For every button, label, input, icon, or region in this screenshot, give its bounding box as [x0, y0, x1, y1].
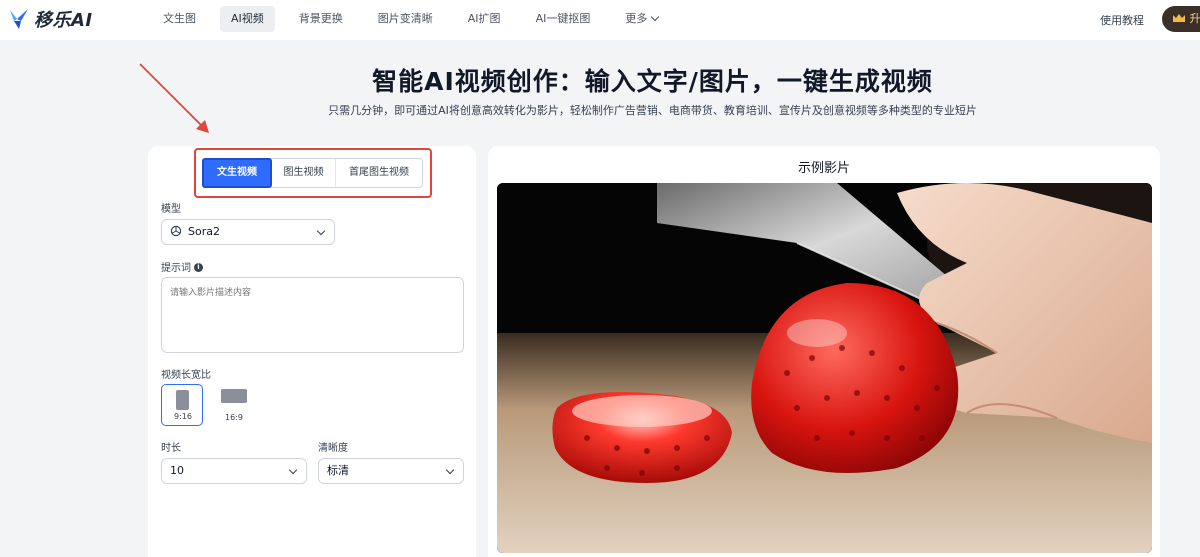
- brand-logo[interactable]: 移乐AI: [8, 6, 93, 32]
- ratio-option-9-16[interactable]: 9:16: [161, 384, 203, 426]
- tab-first-last-frame-video[interactable]: 首尾图生视频: [336, 159, 422, 187]
- nav-item-ai-video[interactable]: AI视频: [220, 6, 275, 32]
- info-icon[interactable]: i: [194, 262, 203, 272]
- landscape-ratio-icon: [221, 389, 247, 403]
- chevron-down-icon: [445, 465, 455, 475]
- ratio-option-label: 9:16: [174, 412, 192, 421]
- ratio-option-label: 16:9: [225, 413, 243, 422]
- example-video-illustration: [497, 183, 1152, 553]
- duration-label: 时长: [161, 443, 181, 454]
- logo-icon: [10, 9, 28, 29]
- prompt-input[interactable]: [161, 277, 464, 353]
- tab-text-to-video[interactable]: 文生视频: [202, 158, 272, 188]
- quality-label: 清晰度: [318, 443, 348, 454]
- model-select-value: Sora2: [188, 225, 220, 238]
- chevron-down-icon: [288, 465, 298, 475]
- nav-more-label: 更多: [625, 12, 648, 25]
- duration-select[interactable]: 10: [161, 458, 307, 484]
- prompt-label-text: 提示词: [161, 263, 191, 274]
- example-video-title: 示例影片: [797, 161, 850, 176]
- upgrade-button[interactable]: 升: [1162, 6, 1200, 32]
- duration-select-value: 10: [170, 464, 184, 477]
- crown-icon: [1173, 14, 1185, 22]
- nav-item-image-enhance[interactable]: 图片变清晰: [367, 6, 444, 32]
- nav-item-ai-expand[interactable]: AI扩图: [457, 6, 512, 32]
- model-select[interactable]: Sora2: [161, 219, 335, 245]
- chevron-down-icon: [651, 12, 660, 22]
- annotation-arrow-icon: [139, 63, 209, 133]
- help-tutorial-link[interactable]: 使用教程: [1100, 12, 1144, 28]
- portrait-ratio-icon: [176, 390, 189, 410]
- openai-icon: [170, 225, 182, 237]
- brand-name: 移乐AI: [34, 10, 93, 31]
- nav-item-more[interactable]: 更多: [614, 6, 669, 32]
- main-nav: 文生图 AI视频 背景更换 图片变清晰 AI扩图 AI一键抠图 更多: [152, 6, 682, 32]
- nav-item-ai-cutout[interactable]: AI一键抠图: [525, 6, 602, 32]
- aspect-ratio-label: 视频长宽比: [161, 370, 211, 381]
- nav-item-background-replace[interactable]: 背景更换: [288, 6, 354, 32]
- nav-item-text-to-image[interactable]: 文生图: [152, 6, 207, 32]
- tab-image-to-video[interactable]: 图生视频: [272, 159, 336, 187]
- top-navbar: 移乐AI 文生图 AI视频 背景更换 图片变清晰 AI扩图 AI一键抠图 更多 …: [0, 0, 1200, 40]
- ratio-option-16-9[interactable]: 16:9: [213, 384, 255, 426]
- example-video[interactable]: [497, 183, 1152, 553]
- quality-select-value: 标清: [327, 464, 349, 477]
- upgrade-label: 升: [1189, 12, 1200, 25]
- prompt-label: 提示词 i: [161, 259, 203, 274]
- chevron-down-icon: [316, 226, 326, 236]
- model-label: 模型: [161, 204, 181, 215]
- quality-select[interactable]: 标清: [318, 458, 464, 484]
- mode-tab-group: 文生视频 图生视频 首尾图生视频: [202, 158, 423, 188]
